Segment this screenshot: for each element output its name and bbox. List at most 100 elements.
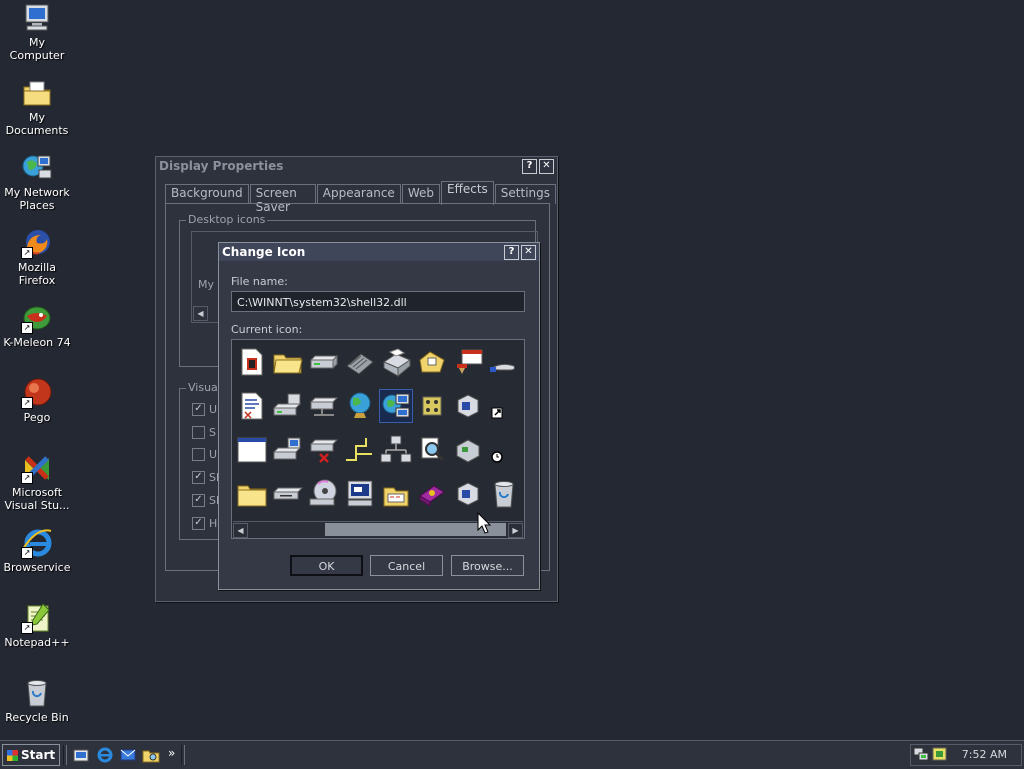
- show-desktop-icon[interactable]: [72, 746, 90, 764]
- printer-icon[interactable]: [380, 346, 412, 378]
- folder-icon[interactable]: [236, 478, 268, 510]
- document-icon[interactable]: [236, 346, 268, 378]
- folder-open-icon[interactable]: [272, 346, 304, 378]
- volume-tray-icon[interactable]: [931, 745, 949, 763]
- visual-option-checkbox-2[interactable]: [192, 426, 205, 439]
- quick-launch-chevron[interactable]: »: [168, 746, 175, 760]
- visual-option-checkbox-4[interactable]: ✓: [192, 471, 205, 484]
- network-tree-icon[interactable]: [380, 434, 412, 466]
- display-properties-titlebar[interactable]: Display Properties ? ✕: [156, 157, 557, 175]
- tab-settings[interactable]: Settings: [494, 184, 556, 204]
- outlook-icon[interactable]: [119, 746, 137, 764]
- recycle-bin-icon[interactable]: [488, 478, 520, 510]
- change-icon-dialog: Change Icon ? ✕ File name: C:\WINNT\syst…: [218, 242, 540, 590]
- cancel-button[interactable]: Cancel: [370, 555, 443, 576]
- tab-appearance[interactable]: Appearance: [316, 184, 401, 204]
- file-name-input[interactable]: C:\WINNT\system32\shell32.dll: [231, 291, 525, 312]
- tab-effects[interactable]: Effects: [440, 181, 494, 205]
- globe-icon[interactable]: [344, 390, 376, 422]
- network-places-icon: [21, 152, 53, 184]
- network-computers-icon[interactable]: [379, 389, 413, 423]
- change-icon-titlebar[interactable]: Change Icon ? ✕: [219, 243, 539, 261]
- hand-share-icon[interactable]: [488, 346, 520, 378]
- desktop-icon-pego[interactable]: ↗ Pego: [0, 377, 74, 424]
- internet-explorer-icon: ↗: [21, 527, 53, 559]
- folder-network-icon[interactable]: [416, 346, 448, 378]
- drive-icon[interactable]: [308, 346, 340, 378]
- close-button[interactable]: ✕: [521, 244, 536, 260]
- desktop-icon-label: Notepad++: [4, 636, 70, 649]
- visual-option-label: H: [209, 517, 218, 530]
- visual-option-checkbox-1[interactable]: ✓: [192, 403, 205, 416]
- cube-icon[interactable]: [452, 390, 484, 422]
- desktop-icon-label: My Network Places: [4, 186, 70, 212]
- network-box-icon[interactable]: [452, 434, 484, 466]
- memory-chip-icon[interactable]: [344, 346, 376, 378]
- desktop-icon-notepadpp[interactable]: ↗ Notepad++: [0, 602, 74, 649]
- scroll-left-arrow[interactable]: ◀: [193, 306, 208, 321]
- tab-background[interactable]: Background: [165, 184, 249, 204]
- cable-icon[interactable]: [344, 434, 376, 466]
- desktop-icon-firefox[interactable]: ↗ Mozilla Firefox: [0, 227, 74, 287]
- shortcut-arrow-icon[interactable]: [488, 390, 520, 422]
- scroll-left-arrow[interactable]: ◀: [233, 523, 248, 538]
- explorer-icon[interactable]: [142, 746, 160, 764]
- floppy-drive-icon[interactable]: [272, 478, 304, 510]
- visual-option-checkbox-6[interactable]: ✓: [192, 517, 205, 530]
- internet-explorer-icon[interactable]: [96, 746, 114, 764]
- desktop-icon-label: Mozilla Firefox: [18, 261, 56, 287]
- window-clock-icon[interactable]: [452, 346, 484, 378]
- scroll-right-arrow[interactable]: ▶: [508, 523, 523, 538]
- help-button[interactable]: ?: [504, 244, 519, 260]
- recycle-bin-icon: [21, 677, 53, 709]
- shortcut-arrow-icon: ↗: [21, 547, 33, 559]
- icon-list[interactable]: ◀ ▶: [231, 339, 525, 539]
- clock-overlay-icon[interactable]: [488, 434, 520, 466]
- network-drive-icon[interactable]: [308, 390, 340, 422]
- start-button[interactable]: Start: [2, 744, 60, 766]
- window-title: Display Properties: [159, 159, 284, 173]
- cube-small-icon[interactable]: [452, 478, 484, 510]
- pego-icon: ↗: [21, 377, 53, 409]
- mouse-cursor-icon: [477, 512, 491, 534]
- clock[interactable]: 7:52 AM: [962, 748, 1007, 761]
- desktop-icon-label: Browservice: [3, 561, 71, 574]
- visual-option-checkbox-5[interactable]: ✓: [192, 494, 205, 507]
- desktop-icon-my-computer[interactable]: My Computer: [0, 2, 74, 62]
- cd-drive-icon[interactable]: [308, 478, 340, 510]
- desktop-icon-browservice[interactable]: ↗ Browservice: [0, 527, 74, 574]
- desktop-icon-my-documents[interactable]: My Documents: [0, 77, 74, 137]
- start-label: Start: [21, 748, 56, 762]
- browse-button[interactable]: Browse...: [451, 555, 524, 576]
- desktop-icon-kmeleon[interactable]: ↗ K-Meleon 74: [0, 302, 74, 349]
- computer-drive-icon[interactable]: [272, 390, 304, 422]
- desktop-icon-label: Pego: [23, 411, 51, 424]
- text-document-icon[interactable]: [236, 390, 268, 422]
- ok-button[interactable]: OK: [290, 555, 363, 576]
- file-cabinet-icon[interactable]: [380, 478, 412, 510]
- visual-option-label: U: [209, 448, 218, 461]
- visual-option-checkbox-3[interactable]: [192, 448, 205, 461]
- system-tray: 7:52 AM: [910, 744, 1022, 766]
- monitor-icon[interactable]: [344, 478, 376, 510]
- desktop-icon-visual-studio[interactable]: ↗ Microsoft Visual Stu...: [0, 452, 74, 512]
- network-drive-disconnected-icon[interactable]: [308, 434, 340, 466]
- shortcut-arrow-icon: ↗: [21, 247, 33, 259]
- book-icon[interactable]: [416, 478, 448, 510]
- help-button[interactable]: ?: [522, 158, 537, 174]
- tab-web[interactable]: Web: [401, 184, 440, 204]
- computer-small-icon[interactable]: [272, 434, 304, 466]
- search-icon[interactable]: [416, 434, 448, 466]
- shortcut-arrow-icon: ↗: [21, 322, 33, 334]
- network-tray-icon[interactable]: [913, 745, 931, 763]
- desktop-icon-label: K-Meleon 74: [3, 336, 71, 349]
- current-icon-label: Current icon:: [231, 323, 303, 336]
- shortcut-arrow-icon: ↗: [21, 622, 33, 634]
- close-button[interactable]: ✕: [539, 158, 554, 174]
- application-window-icon[interactable]: [236, 434, 268, 466]
- tab-strip: Background Screen Saver Appearance Web E…: [165, 181, 557, 214]
- desktop-icon-my-network-places[interactable]: My Network Places: [0, 152, 74, 212]
- program-group-icon[interactable]: [416, 390, 448, 422]
- desktop-icon-recycle-bin[interactable]: Recycle Bin: [0, 677, 74, 724]
- tab-screen-saver[interactable]: Screen Saver: [249, 184, 316, 214]
